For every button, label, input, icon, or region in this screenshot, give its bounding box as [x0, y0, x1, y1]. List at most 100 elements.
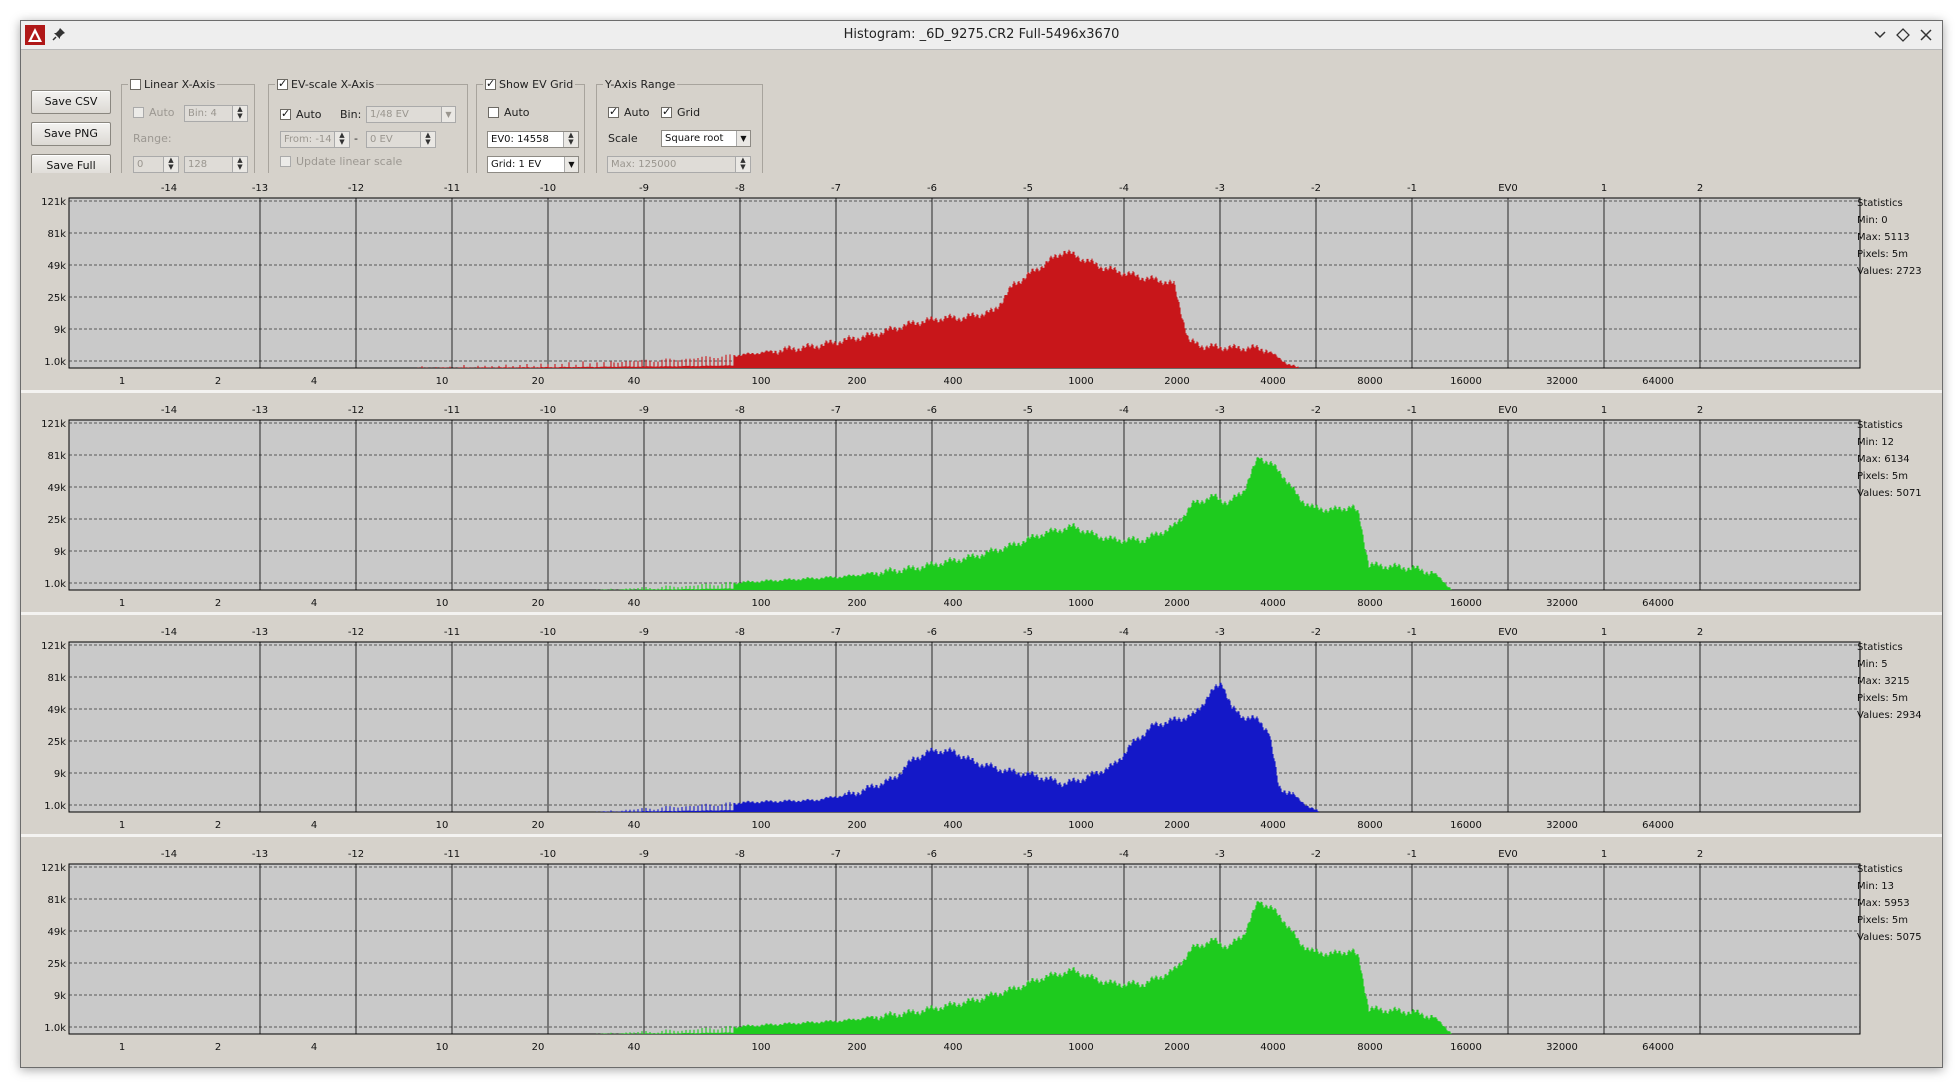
- x-tick-label: 1000: [1068, 376, 1093, 387]
- x-tick-label: 32000: [1546, 598, 1578, 609]
- ev-tick-label: -5: [1023, 405, 1033, 416]
- linear-range-to-spinner[interactable]: 128 ▲ ▼: [184, 156, 248, 173]
- y-tick-label: 1.0k: [44, 1023, 66, 1034]
- ev-to-spinner[interactable]: 0 EV ▲ ▼: [366, 131, 436, 148]
- x-tick-label: 64000: [1642, 820, 1674, 831]
- minimize-icon[interactable]: [1871, 26, 1889, 44]
- ev-tick-label: -14: [161, 183, 177, 194]
- ev-grid-value: Grid: 1 EV: [491, 159, 542, 170]
- y-scale-value: Square root: [665, 133, 724, 144]
- ev-tick-label: -13: [252, 405, 268, 416]
- ev-tick-label: -9: [639, 183, 649, 194]
- save-csv-button[interactable]: Save CSV: [31, 90, 111, 114]
- panel-separator: [21, 390, 1942, 393]
- ev-tick-label: -1: [1407, 183, 1417, 194]
- ev-tick-label: -10: [540, 183, 556, 194]
- x-tick-label: 200: [847, 598, 866, 609]
- x-tick-label: 1: [119, 820, 125, 831]
- linear-bin-spinner[interactable]: Bin: 4 ▲ ▼: [184, 105, 248, 122]
- ev-tick-label: -1: [1407, 405, 1417, 416]
- x-tick-label: 8000: [1357, 598, 1382, 609]
- close-icon[interactable]: [1917, 26, 1935, 44]
- maximize-icon[interactable]: [1894, 26, 1912, 44]
- ev-tick-label: -9: [639, 627, 649, 638]
- ev-grid-auto-label: Auto: [504, 106, 530, 119]
- stat-max: Max: 5953: [1857, 898, 1910, 909]
- x-tick-label: 100: [751, 1042, 770, 1053]
- linear-range-from-value: 0: [137, 159, 144, 170]
- y-max-spinner[interactable]: Max: 125000 ▲ ▼: [607, 156, 751, 173]
- y-auto-label: Auto: [624, 106, 650, 119]
- ev-tick-label: -2: [1311, 627, 1321, 638]
- ev-tick-label: -3: [1215, 849, 1225, 860]
- x-tick-label: 4000: [1260, 820, 1285, 831]
- y-tick-label: 121k: [41, 863, 66, 874]
- x-tick-label: 2: [215, 1042, 221, 1053]
- linear-x-axis-checkbox[interactable]: [130, 79, 141, 90]
- ev-tick-label: 2: [1697, 405, 1703, 416]
- x-tick-label: 1000: [1068, 598, 1093, 609]
- ev-scale-x-axis-checkbox[interactable]: [277, 77, 288, 90]
- save-png-button[interactable]: Save PNG: [31, 122, 111, 146]
- title-bar[interactable]: Histogram: _6D_9275.CR2 Full-5496x3670: [21, 21, 1942, 50]
- ev-tick-label: EV0: [1498, 627, 1518, 638]
- ev-tick-label: -3: [1215, 183, 1225, 194]
- linear-auto-checkbox[interactable]: [133, 107, 144, 118]
- x-tick-label: 400: [943, 376, 962, 387]
- linear-bin-value: Bin: 4: [188, 108, 217, 119]
- ev-tick-label: -14: [161, 405, 177, 416]
- y-tick-label: 25k: [47, 959, 66, 970]
- ev-to-value: 0 EV: [370, 134, 393, 145]
- y-auto-checkbox[interactable]: [608, 105, 619, 118]
- x-tick-label: 64000: [1642, 376, 1674, 387]
- stat-min: Min: 0: [1857, 215, 1888, 226]
- ev-tick-label: 2: [1697, 183, 1703, 194]
- y-scale-select[interactable]: Square root ▼: [661, 130, 751, 147]
- ev-tick-label: -6: [927, 183, 937, 194]
- stat-values: Values: 5075: [1857, 932, 1922, 943]
- ev-from-spinner[interactable]: From: -14 ▲ ▼: [280, 131, 350, 148]
- x-tick-label: 1000: [1068, 1042, 1093, 1053]
- y-tick-label: 25k: [47, 515, 66, 526]
- ev-tick-label: -2: [1311, 405, 1321, 416]
- stat-max: Max: 5113: [1857, 232, 1910, 243]
- ev-tick-label: 2: [1697, 849, 1703, 860]
- ev-from-value: From: -14: [284, 134, 332, 145]
- ev-auto-checkbox[interactable]: [280, 107, 291, 120]
- update-linear-scale-checkbox[interactable]: [280, 156, 291, 167]
- x-tick-label: 400: [943, 1042, 962, 1053]
- ev-tick-label: -7: [831, 627, 841, 638]
- x-tick-label: 8000: [1357, 376, 1382, 387]
- y-axis-range-label: Y-Axis Range: [605, 78, 676, 91]
- x-tick-label: 10: [436, 598, 449, 609]
- x-tick-label: 4000: [1260, 376, 1285, 387]
- x-tick-label: 1000: [1068, 820, 1093, 831]
- ev-tick-label: -12: [348, 183, 364, 194]
- histogram-panel-blue: 121k 81k 49k 25k 9k 1.0k -14 -13 -12 -11 -10 -9 -8 -7…: [29, 617, 1934, 835]
- ev-tick-label: -11: [444, 183, 460, 194]
- ev-scale-x-axis-label: EV-scale X-Axis: [291, 78, 375, 91]
- x-tick-label: 1: [119, 1042, 125, 1053]
- ev-grid-auto-checkbox[interactable]: [488, 107, 499, 118]
- stat-min: Min: 13: [1857, 881, 1895, 892]
- x-tick-label: 20: [532, 820, 545, 831]
- ev-tick-label: -9: [639, 849, 649, 860]
- ev-tick-label: -12: [348, 849, 364, 860]
- ev-tick-label: -14: [161, 849, 177, 860]
- linear-range-from-spinner[interactable]: 0 ▲ ▼: [133, 156, 179, 173]
- ev-tick-label: 1: [1601, 405, 1607, 416]
- x-tick-label: 1: [119, 598, 125, 609]
- x-tick-label: 20: [532, 598, 545, 609]
- ev-bin-select[interactable]: 1/48 EV ▼: [366, 106, 456, 123]
- show-ev-grid-checkbox[interactable]: [485, 77, 496, 90]
- ev-tick-label: -7: [831, 405, 841, 416]
- x-tick-label: 40: [628, 376, 641, 387]
- x-tick-label: 100: [751, 820, 770, 831]
- ev-tick-label: -4: [1119, 405, 1129, 416]
- panel-separator: [21, 612, 1942, 615]
- ev0-spinner[interactable]: EV0: 14558 ▲ ▼: [487, 131, 579, 148]
- y-grid-checkbox[interactable]: [661, 105, 672, 118]
- ev-grid-select[interactable]: Grid: 1 EV ▼: [487, 156, 579, 173]
- ev-tick-label: 1: [1601, 627, 1607, 638]
- x-tick-label: 2: [215, 598, 221, 609]
